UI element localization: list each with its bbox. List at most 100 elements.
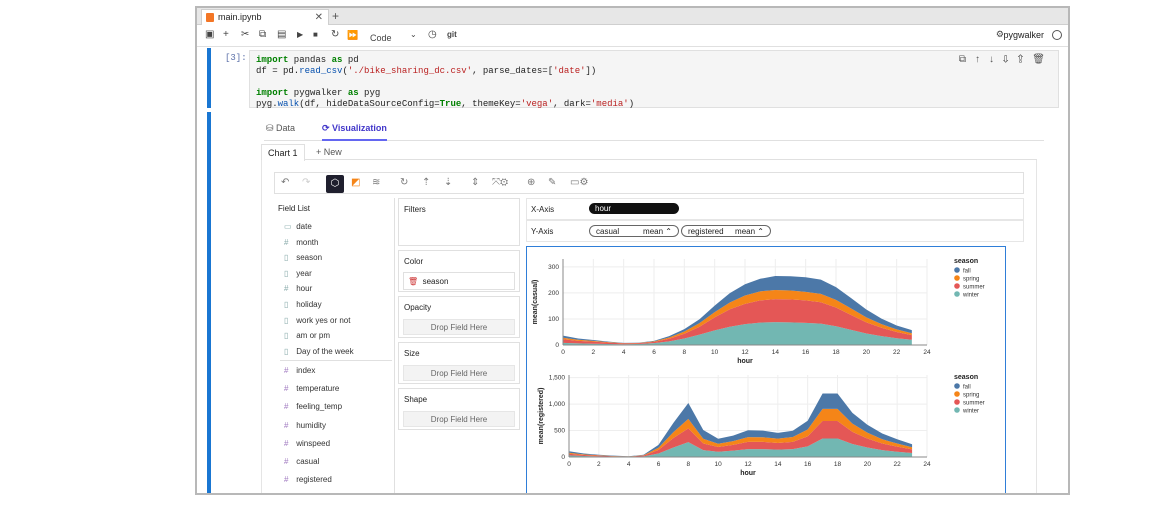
transpose-icon[interactable]: ⇕ [471,177,479,188]
legend-swatch-fall [954,383,960,389]
git-button[interactable]: git [447,29,457,41]
size-box[interactable]: Size Drop Field Here [398,342,520,384]
legend-label-fall: fall [963,385,971,391]
field-item[interactable]: # index [284,366,315,375]
x-axis-title: hour [737,358,753,365]
redo-icon[interactable]: ↷ [302,177,310,188]
tab-data[interactable]: ⛁ Data [266,123,295,134]
x-axis-shelf[interactable]: X-Axis hour [526,198,1024,220]
chart-canvas[interactable]: 0 2 4 6 8 10 12 14 16 18 20 22 24 0 100 200 300 hour mean(… [526,246,1006,493]
x-tick-label: 10 [715,461,723,468]
shape-box[interactable]: Shape Drop Field Here [398,388,520,430]
opacity-drop-zone[interactable]: Drop Field Here [403,319,515,335]
aggregation-select[interactable]: mean ⌃ [643,226,672,237]
cell-actions[interactable]: ⧉↑↓⇩⇪🗑 [959,54,1054,65]
chevron-down-icon[interactable]: ⌄ [410,29,417,41]
clock-icon[interactable]: ◷ [428,29,437,41]
stack-icon[interactable]: ◩ [351,177,360,188]
tab-visualization[interactable]: ⟳ Visualization [322,123,387,141]
legend-swatch-winter [954,407,960,413]
field-item[interactable]: ▯ Day of the week [284,347,354,356]
new-tab-button[interactable]: + [332,8,339,24]
cut-icon[interactable]: ✂ [241,29,249,41]
aggregation-label: mean [735,227,756,236]
notebook-icon [206,13,214,22]
field-name: index [296,366,316,375]
field-item[interactable]: # feeling_temp [284,402,342,411]
dimension-icon: ▯ [284,268,289,278]
refresh-icon[interactable]: ↻ [400,177,408,188]
y-axis-shelf[interactable]: Y-Axis casual mean ⌃ registered mean ⌃ [526,220,1024,242]
dimension-icon: ▯ [284,346,289,356]
field-item[interactable]: # humidity [284,421,326,430]
save-icon[interactable]: ▣ [205,29,214,41]
chart-tabs: Chart 1 + New [261,144,1037,161]
export-image-icon[interactable]: ▭⚙ [570,177,588,188]
size-drop-zone[interactable]: Drop Field Here [403,365,515,381]
shape-drop-zone[interactable]: Drop Field Here [403,411,515,427]
opacity-box[interactable]: Opacity Drop Field Here [398,296,520,338]
measure-icon: # [284,438,289,448]
x-tick-label: 14 [772,349,780,356]
x-axis-label: X-Axis [531,205,555,214]
active-cell-indicator [207,48,211,108]
notebook-tab[interactable]: main.ipynb ✕ [201,9,329,25]
restart-icon[interactable]: ↻ [331,29,339,41]
field-item[interactable]: # casual [284,457,319,466]
aggregation-label: mean [643,227,664,236]
field-item[interactable]: ▯ holiday [284,300,322,309]
x-tick-label: 24 [923,349,931,356]
filters-box[interactable]: Filters [398,198,520,246]
run-icon[interactable]: ▶ [297,29,303,41]
trash-icon[interactable]: 🗑 [408,277,418,286]
legend-label-spring: spring [963,393,979,399]
brush-icon[interactable]: ✎ [548,177,556,188]
measure-icon: # [284,402,289,412]
field-item[interactable]: # temperature [284,384,339,393]
dimension-icon: # [284,237,289,247]
y-axis-title: mean(registered) [538,388,545,445]
field-item[interactable]: # month [284,238,318,247]
field-item[interactable]: # hour [284,284,312,293]
field-item[interactable]: ▯ work yes or not [284,316,350,325]
field-item[interactable]: ▯ year [284,269,312,278]
field-item[interactable]: ▭ date [284,222,312,231]
copy-icon[interactable]: ⧉ [259,29,266,41]
size-mode-icon[interactable]: ⤧⚙ [492,177,508,188]
aggregation-select[interactable]: mean ⌃ [735,226,764,237]
x-tick-label: 4 [627,461,631,468]
run-all-icon[interactable]: ⏩ [347,29,358,41]
stop-icon[interactable]: ■ [313,29,318,41]
tab-chart-1[interactable]: Chart 1 [261,144,305,161]
x-axis-title: hour [740,470,756,477]
undo-icon[interactable]: ↶ [281,177,289,188]
x-axis-field-pill[interactable]: hour [589,203,679,214]
dimension-icon: ▯ [284,315,289,325]
kernel-name[interactable]: pygwalker [1003,30,1044,40]
new-chart-button[interactable]: + New [316,144,342,160]
sort-asc-icon[interactable]: ⇡ [422,177,430,188]
legend-swatch-fall [954,267,960,273]
color-field-pill[interactable]: 🗑 season [403,272,515,290]
mark-type-icon[interactable]: ⬡ [326,175,344,193]
y-field-pill-registered[interactable]: registered mean ⌃ [681,225,771,237]
x-tick-label: 16 [802,349,810,356]
debug-icon[interactable]: ⊕ [527,177,535,188]
field-item[interactable]: # winspeed [284,439,330,448]
field-item[interactable]: # registered [284,475,332,484]
layers-icon[interactable]: ≋ [372,177,380,188]
y-field-pill-casual[interactable]: casual mean ⌃ [589,225,679,237]
cell-type-select[interactable]: Code [370,32,392,44]
legend-label-winter: winter [962,409,979,415]
close-icon[interactable]: ✕ [315,10,323,25]
field-item[interactable]: ▯ season [284,253,322,262]
x-tick-label: 12 [744,461,752,468]
sort-desc-icon[interactable]: ⇣ [444,177,452,188]
add-cell-icon[interactable]: + [223,29,229,41]
field-item[interactable]: ▯ am or pm [284,331,330,340]
code-editor[interactable]: import pandas as pd df = pd.read_csv('./… [249,50,1059,109]
measure-icon: # [284,420,289,430]
x-tick-label: 18 [832,349,840,356]
color-box[interactable]: Color 🗑 season [398,250,520,292]
paste-icon[interactable]: ▤ [277,29,286,41]
